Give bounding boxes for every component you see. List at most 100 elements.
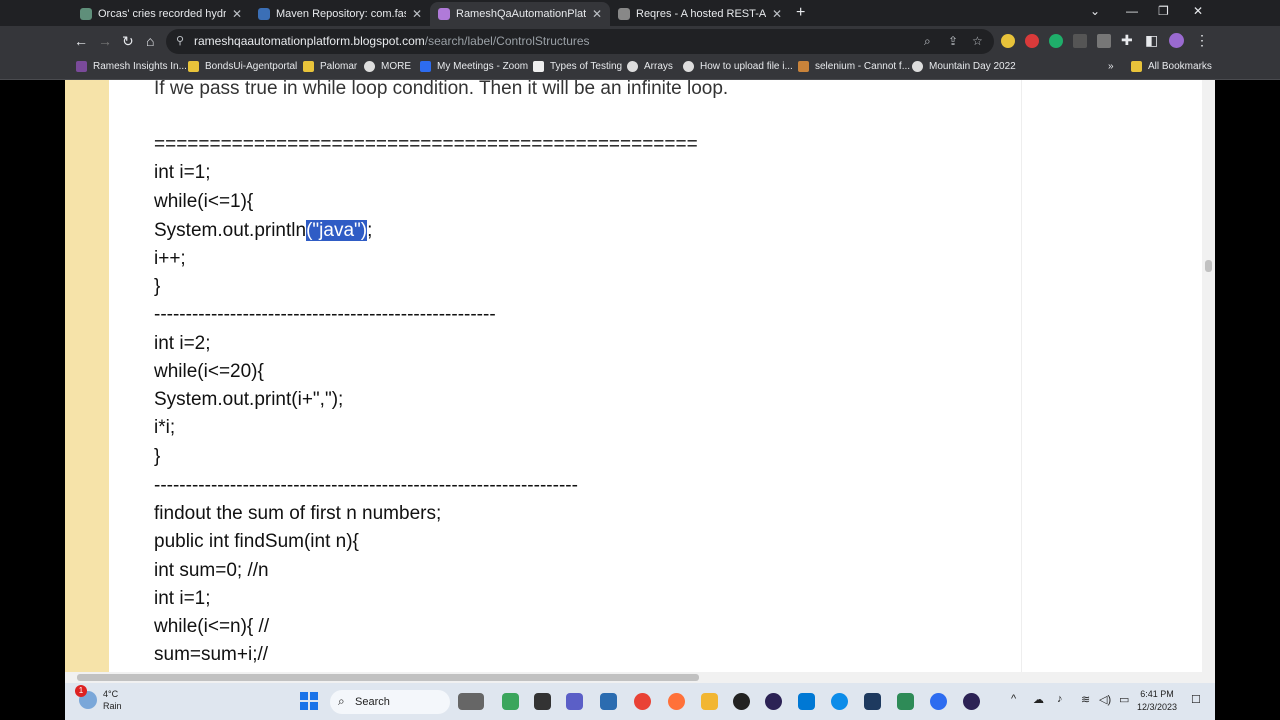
grammarly-icon[interactable] bbox=[1049, 34, 1063, 48]
back-icon[interactable]: ← bbox=[74, 33, 88, 49]
start-button[interactable] bbox=[300, 692, 318, 710]
scrollbar-thumb[interactable] bbox=[1205, 260, 1212, 272]
zoom-icon[interactable] bbox=[930, 693, 947, 710]
search-label: Search bbox=[355, 696, 390, 708]
close-icon[interactable]: ✕ bbox=[412, 7, 422, 21]
edge-icon[interactable] bbox=[831, 693, 848, 710]
restore-icon[interactable]: ❐ bbox=[1158, 4, 1169, 18]
notification-icon[interactable]: ☐ bbox=[1191, 693, 1201, 706]
code-line: public int findSum(int n){ bbox=[154, 531, 359, 552]
bookmark-label: Arrays bbox=[644, 61, 673, 72]
app-icon[interactable] bbox=[534, 693, 551, 710]
wifi-icon[interactable]: ≋ bbox=[1081, 693, 1090, 706]
task-view-icon[interactable] bbox=[458, 693, 484, 710]
notification-badge: 1 bbox=[75, 685, 87, 697]
page-content: If we pass true in while loop condition.… bbox=[65, 80, 1215, 672]
bookmark-item[interactable]: selenium - Cannot f... bbox=[798, 61, 910, 72]
chrome-icon[interactable] bbox=[634, 693, 651, 710]
eclipse-icon[interactable] bbox=[963, 693, 980, 710]
bookmark-item[interactable]: Ramesh Insights In... bbox=[76, 61, 187, 72]
taskbar-search[interactable]: ⌕ Search bbox=[330, 690, 450, 714]
bookmark-item[interactable]: BondsUi-Agentportal bbox=[188, 61, 297, 72]
store-icon[interactable] bbox=[600, 693, 617, 710]
tab-maven[interactable]: Maven Repository: com.fasterxm ✕ bbox=[250, 2, 430, 26]
tab-search-icon[interactable]: ⌄ bbox=[1090, 4, 1100, 18]
weather-icon: 1 bbox=[75, 685, 97, 709]
vertical-scrollbar[interactable] bbox=[1202, 80, 1215, 672]
folder-icon bbox=[1131, 61, 1142, 72]
close-icon[interactable]: ✕ bbox=[232, 7, 242, 21]
taskbar: 1 4°C Rain ⌕ Search ^ ☁ ♪ ≋ ◁) ▭ 6:41 PM … bbox=[65, 683, 1215, 720]
forward-icon[interactable]: → bbox=[98, 33, 112, 49]
bookmark-label: My Meetings - Zoom bbox=[437, 61, 529, 72]
volume-icon[interactable]: ◁) bbox=[1099, 693, 1111, 706]
mic-icon[interactable]: ♪ bbox=[1057, 693, 1063, 705]
bookmark-star-icon[interactable]: ☆ bbox=[972, 34, 983, 48]
minimize-icon[interactable]: — bbox=[1126, 4, 1138, 18]
bookmark-item[interactable]: Palomar bbox=[303, 61, 357, 72]
avatar[interactable] bbox=[1169, 33, 1184, 48]
bookmark-label: Mountain Day 2022 bbox=[929, 61, 1016, 72]
tab-title: Maven Repository: com.fasterxm bbox=[276, 8, 406, 20]
eclipse-icon[interactable] bbox=[765, 693, 782, 710]
tab-orcas[interactable]: Orcas' cries recorded hydrophon ✕ bbox=[72, 2, 250, 26]
code-line: } bbox=[154, 446, 161, 467]
scrollbar-thumb[interactable] bbox=[77, 674, 699, 681]
tray-chevron-icon[interactable]: ^ bbox=[1011, 693, 1016, 705]
clock[interactable]: 6:41 PM 12/3/2023 bbox=[1137, 688, 1177, 714]
teams-icon[interactable] bbox=[566, 693, 583, 710]
globe-icon bbox=[618, 8, 630, 20]
battery-icon[interactable]: ▭ bbox=[1119, 693, 1129, 706]
folder-icon bbox=[188, 61, 199, 72]
tab-title: RameshQaAutomationPlatform bbox=[456, 8, 586, 20]
app-icon[interactable] bbox=[798, 693, 815, 710]
bookmark-item[interactable]: How to upload file i... bbox=[683, 61, 793, 72]
app-icon[interactable] bbox=[864, 693, 881, 710]
firefox-icon[interactable] bbox=[668, 693, 685, 710]
cloud-icon[interactable]: ☁ bbox=[1033, 693, 1044, 706]
globe-icon bbox=[80, 8, 92, 20]
new-tab-icon[interactable]: + bbox=[796, 4, 805, 22]
extension-icon[interactable] bbox=[1073, 34, 1087, 48]
extension-icon[interactable] bbox=[1097, 34, 1111, 48]
tab-ramesh[interactable]: RameshQaAutomationPlatform ✕ bbox=[430, 2, 610, 26]
close-icon[interactable]: ✕ bbox=[772, 7, 782, 21]
extension-icon[interactable] bbox=[1001, 34, 1015, 48]
share-icon[interactable]: ⇪ bbox=[948, 34, 958, 48]
bookmark-item[interactable]: Arrays bbox=[627, 61, 673, 72]
address-bar[interactable]: ⚲ rameshqaautomationplatform.blogspot.co… bbox=[166, 29, 994, 54]
more-bookmarks[interactable]: » bbox=[1108, 61, 1114, 72]
bookmark-item[interactable]: MORE bbox=[364, 61, 411, 72]
globe-icon bbox=[912, 61, 923, 72]
puzzle-icon[interactable]: ✚ bbox=[1121, 32, 1133, 49]
app-icon[interactable] bbox=[897, 693, 914, 710]
menu-icon[interactable]: ⋮ bbox=[1195, 32, 1209, 49]
bookmark-label: How to upload file i... bbox=[700, 61, 793, 72]
app-icon[interactable] bbox=[502, 693, 519, 710]
dell-icon[interactable] bbox=[733, 693, 750, 710]
bookmark-item[interactable]: Types of Testing bbox=[533, 61, 622, 72]
window-close-icon[interactable]: ✕ bbox=[1193, 4, 1203, 18]
side-panel-icon[interactable]: ◧ bbox=[1145, 32, 1158, 49]
close-icon[interactable]: ✕ bbox=[592, 7, 602, 21]
code-line: int sum=0; //n bbox=[154, 560, 269, 581]
code-line: int i=1; bbox=[154, 162, 211, 183]
clock-time: 6:41 PM bbox=[1140, 689, 1174, 699]
horizontal-scrollbar[interactable] bbox=[65, 672, 1215, 683]
code-line: sum=sum+i;// bbox=[154, 644, 269, 665]
file-explorer-icon[interactable] bbox=[701, 693, 718, 710]
maven-icon bbox=[258, 8, 270, 20]
tab-reqres[interactable]: Reqres - A hosted REST-API rea ✕ bbox=[610, 2, 790, 26]
all-bookmarks[interactable]: All Bookmarks bbox=[1131, 61, 1212, 72]
extension-icon[interactable] bbox=[1025, 34, 1039, 48]
code-line: findout the sum of first n numbers; bbox=[154, 503, 442, 524]
weather-widget[interactable]: 1 4°C Rain bbox=[75, 685, 122, 712]
zoom-icon[interactable]: ⌕ bbox=[924, 34, 931, 49]
bookmark-item[interactable]: My Meetings - Zoom bbox=[420, 61, 528, 72]
bookmark-item[interactable]: Mountain Day 2022 bbox=[912, 61, 1016, 72]
site-info-icon[interactable]: ⚲ bbox=[176, 34, 184, 47]
clock-date: 12/3/2023 bbox=[1137, 702, 1178, 712]
reload-icon[interactable]: ↻ bbox=[122, 33, 134, 50]
bookmark-icon bbox=[76, 61, 87, 72]
home-icon[interactable]: ⌂ bbox=[146, 33, 154, 49]
